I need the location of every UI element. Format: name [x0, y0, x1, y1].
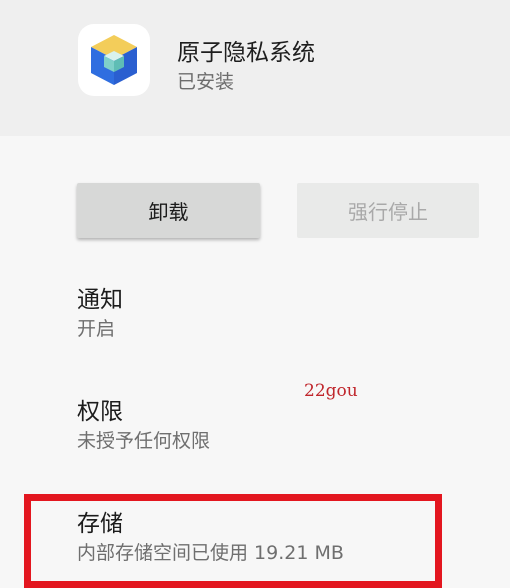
watermark-text: 22gou [304, 381, 358, 401]
settings-item-title: 权限 [77, 399, 123, 425]
highlight-annotation-box [24, 494, 442, 588]
settings-item-subtitle: 未授予任何权限 [77, 430, 211, 452]
settings-item-permissions[interactable]: 权限 未授予任何权限 [0, 392, 510, 462]
app-install-status: 已安装 [177, 71, 235, 93]
app-header: 原子隐私系统 已安装 [0, 0, 510, 136]
uninstall-button[interactable]: 卸载 [77, 183, 260, 238]
force-stop-button[interactable]: 强行停止 [297, 183, 479, 238]
settings-item-notifications[interactable]: 通知 开启 [0, 280, 510, 350]
app-icon [78, 24, 150, 96]
settings-item-subtitle: 开启 [77, 318, 116, 340]
app-name: 原子隐私系统 [177, 40, 315, 66]
settings-item-title: 通知 [77, 287, 123, 313]
cube-app-icon [91, 35, 137, 85]
